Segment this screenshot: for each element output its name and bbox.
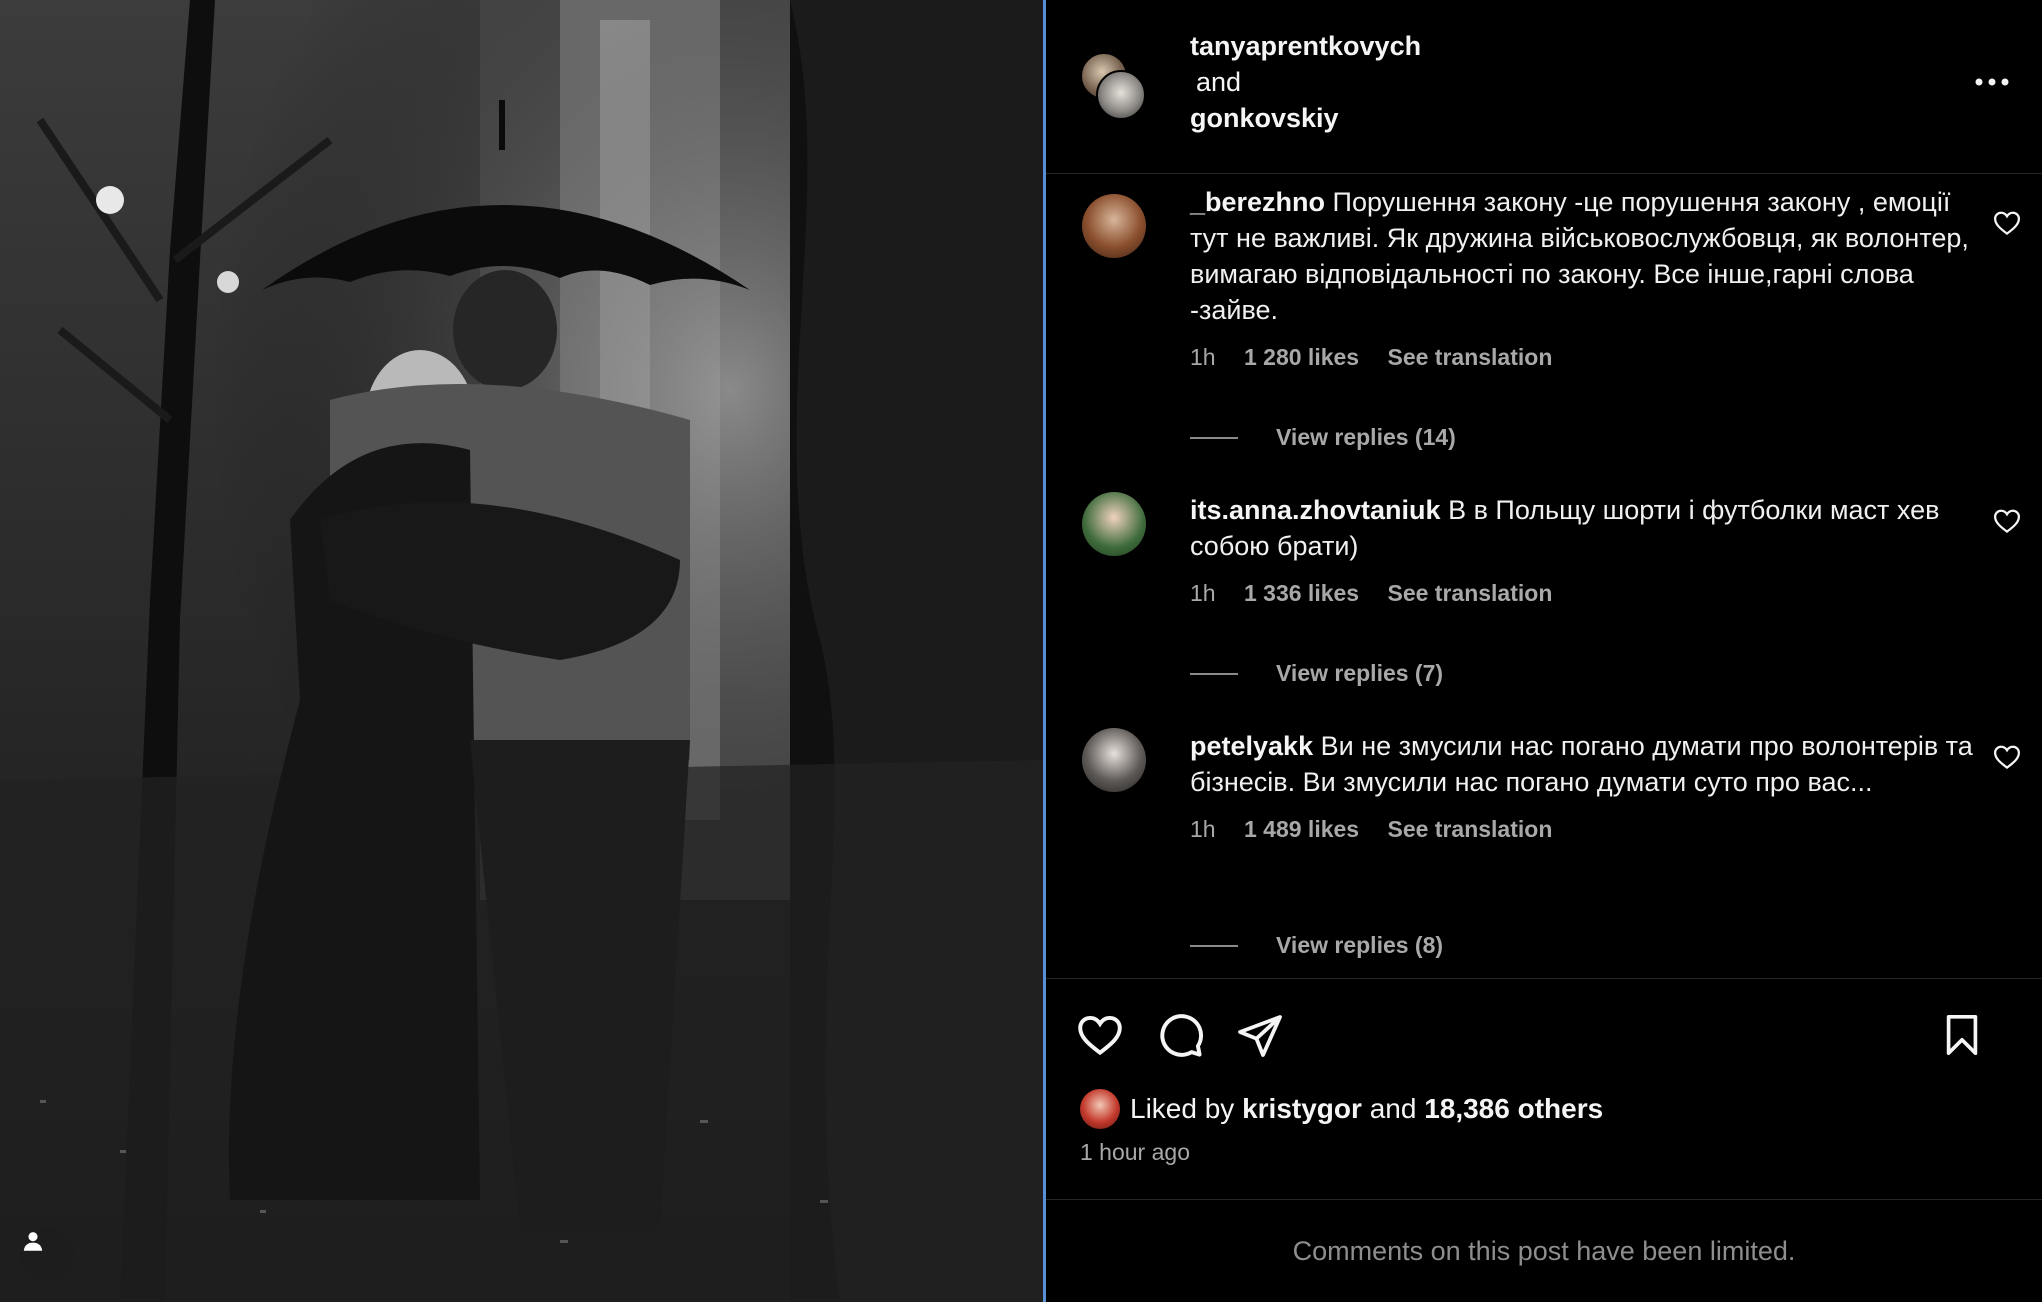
comments-limited-notice: Comments on this post have been limited.: [1292, 1236, 1796, 1266]
likes-count-link[interactable]: 18,386 others: [1424, 1093, 1603, 1125]
save-button[interactable]: [1936, 1009, 1988, 1061]
post-sidebar: tanyaprentkovych and gonkovskiy _berezhn…: [1046, 0, 2042, 1302]
bookmark-icon: [1946, 1014, 1978, 1056]
share-icon: [1238, 1015, 1282, 1057]
post-authors: tanyaprentkovych and gonkovskiy: [1190, 28, 1421, 136]
comment-body: _berezhno Порушення закону -це порушення…: [1190, 184, 1980, 372]
replies-divider: [1190, 436, 1238, 439]
avatar[interactable]: [1082, 194, 1146, 258]
more-options-button[interactable]: [1972, 62, 2012, 102]
post-photo[interactable]: [0, 0, 1046, 1302]
see-translation-link[interactable]: See translation: [1387, 816, 1552, 842]
view-replies-button[interactable]: View replies (14): [1190, 424, 1456, 451]
comment-body: petelyakk Ви не змусили нас погано думат…: [1190, 728, 1980, 844]
view-replies-label: View replies (8): [1276, 932, 1444, 958]
avatar[interactable]: [1082, 492, 1146, 556]
comment-username[interactable]: _berezhno: [1190, 187, 1325, 217]
author-avatars[interactable]: [1080, 52, 1146, 120]
view-replies-button[interactable]: View replies (8): [1190, 932, 1443, 959]
view-replies-label: View replies (7): [1276, 660, 1444, 686]
view-replies-label: View replies (14): [1276, 424, 1456, 450]
comment-likes[interactable]: 1 280 likes: [1244, 344, 1359, 370]
comment-likes[interactable]: 1 489 likes: [1244, 816, 1359, 842]
comment-likes[interactable]: 1 336 likes: [1244, 580, 1359, 606]
view-replies-button[interactable]: View replies (7): [1190, 660, 1443, 687]
heart-icon: [1078, 1015, 1122, 1056]
comment-meta: 1h 1 336 likes See translation: [1190, 578, 1980, 608]
comment-username[interactable]: petelyakk: [1190, 731, 1313, 761]
comment-heart-icon[interactable]: [1992, 208, 2022, 238]
comment-icon: [1160, 1014, 1204, 1057]
see-translation-link[interactable]: See translation: [1387, 344, 1552, 370]
avatar[interactable]: [1082, 728, 1146, 792]
photo-illustration: [0, 0, 1043, 1302]
avatar: [1096, 70, 1146, 120]
comment-meta: 1h 1 280 likes See translation: [1190, 342, 1980, 372]
avatar[interactable]: [1080, 1089, 1120, 1129]
comment-body: its.anna.zhovtaniuk В в Польщу шорти і ф…: [1190, 492, 1980, 608]
post-header: tanyaprentkovych and gonkovskiy: [1046, 0, 2042, 174]
see-translation-link[interactable]: See translation: [1387, 580, 1552, 606]
author-username[interactable]: tanyaprentkovych: [1190, 28, 1421, 64]
replies-divider: [1190, 944, 1238, 947]
liked-by: Liked by kristygor and 18,386 others: [1080, 1089, 1603, 1129]
tagged-users-button[interactable]: [20, 1228, 74, 1282]
replies-divider: [1190, 672, 1238, 675]
liked-by-prefix: Liked by: [1130, 1093, 1235, 1124]
comment-heart-icon[interactable]: [1992, 742, 2022, 772]
like-button[interactable]: [1074, 1009, 1126, 1061]
comment-time: 1h: [1190, 816, 1216, 842]
comments-list[interactable]: _berezhno Порушення закону -це порушення…: [1046, 174, 2042, 978]
comment-time: 1h: [1190, 580, 1216, 606]
post-time[interactable]: 1 hour ago: [1080, 1139, 1190, 1166]
comment-button[interactable]: [1154, 1009, 1206, 1061]
comment-meta: 1h 1 489 likes See translation: [1190, 814, 1980, 844]
authors-conjunction: and: [1196, 67, 1242, 97]
liked-by-user[interactable]: kristygor: [1242, 1093, 1362, 1125]
user-tag-icon: [23, 1232, 43, 1251]
share-button[interactable]: [1234, 1009, 1286, 1061]
post-actions: Liked by kristygor and 18,386 others 1 h…: [1046, 978, 2042, 1200]
liked-by-middle: and: [1369, 1093, 1417, 1124]
ellipsis-icon: [1975, 78, 2009, 86]
comment-heart-icon[interactable]: [1992, 506, 2022, 536]
comment-username[interactable]: its.anna.zhovtaniuk: [1190, 495, 1441, 525]
comment-time: 1h: [1190, 344, 1216, 370]
author-username[interactable]: gonkovskiy: [1190, 100, 1421, 136]
post-dialog: tanyaprentkovych and gonkovskiy _berezhn…: [0, 0, 2042, 1302]
